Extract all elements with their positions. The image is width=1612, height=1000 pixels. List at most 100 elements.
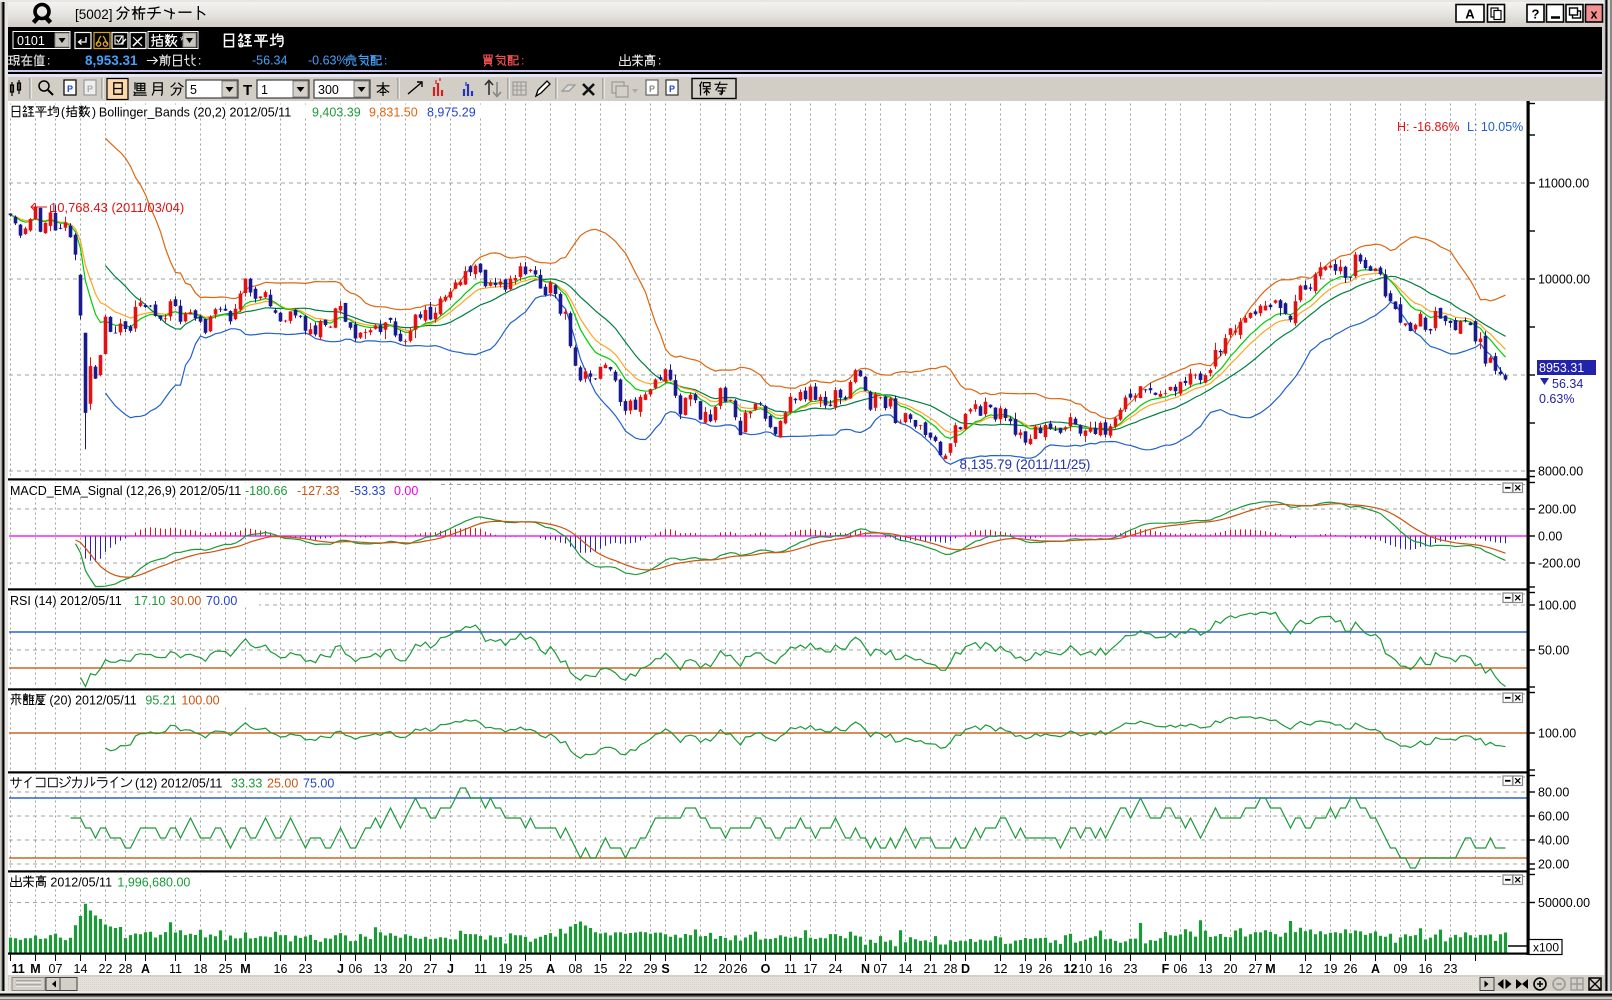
svg-text:F: F xyxy=(1162,962,1170,976)
svg-text:07: 07 xyxy=(874,962,888,976)
svg-text:11: 11 xyxy=(12,962,25,976)
svg-text:-0.63%: -0.63% xyxy=(308,54,348,68)
svg-text:70.00: 70.00 xyxy=(206,594,237,608)
svg-text:24: 24 xyxy=(829,962,843,976)
svg-text:15: 15 xyxy=(594,962,608,976)
svg-text:0.63%: 0.63% xyxy=(1539,392,1574,406)
svg-text:13: 13 xyxy=(374,962,388,976)
svg-text:50.00: 50.00 xyxy=(1538,644,1569,658)
svg-text:12: 12 xyxy=(994,962,1008,976)
svg-text:28: 28 xyxy=(119,962,133,976)
svg-text:8000.00: 8000.00 xyxy=(1538,465,1583,479)
svg-text:5: 5 xyxy=(190,83,197,97)
svg-text::: : xyxy=(658,54,661,68)
svg-text:(12) 2012/05/11: (12) 2012/05/11 xyxy=(135,777,222,791)
svg-text:26: 26 xyxy=(734,962,748,976)
svg-text:1: 1 xyxy=(261,83,268,97)
svg-text:23: 23 xyxy=(1124,962,1138,976)
svg-text:26: 26 xyxy=(1039,962,1053,976)
svg-text:19: 19 xyxy=(1019,962,1033,976)
svg-text:10,768.43 (2011/03/04): 10,768.43 (2011/03/04) xyxy=(50,200,184,215)
svg-text:17.10: 17.10 xyxy=(134,594,165,608)
svg-text:M: M xyxy=(1265,962,1275,976)
svg-text:56.34: 56.34 xyxy=(1552,377,1583,391)
svg-text:MACD_EMA_Signal (12,26,9) 2012: MACD_EMA_Signal (12,26,9) 2012/05/11 xyxy=(10,484,241,498)
svg-text:-127.33: -127.33 xyxy=(297,484,339,498)
svg-text:[5002]: [5002] xyxy=(75,7,113,22)
svg-text:N: N xyxy=(861,962,870,976)
svg-text:75.00: 75.00 xyxy=(303,777,334,791)
svg-text:16: 16 xyxy=(1419,962,1433,976)
svg-text:T: T xyxy=(243,82,252,99)
svg-text:20: 20 xyxy=(719,962,733,976)
svg-text:11: 11 xyxy=(474,962,487,976)
svg-text:19: 19 xyxy=(499,962,513,976)
svg-text:100.00: 100.00 xyxy=(1538,727,1576,741)
svg-text:14: 14 xyxy=(74,962,88,976)
svg-text:-53.33: -53.33 xyxy=(350,484,385,498)
svg-text:9,403.39: 9,403.39 xyxy=(312,106,361,120)
svg-text:20: 20 xyxy=(399,962,413,976)
svg-text:O: O xyxy=(761,962,771,976)
svg-text:9,831.50: 9,831.50 xyxy=(369,106,418,120)
svg-text:33.33: 33.33 xyxy=(231,777,262,791)
svg-text:H: -16.86%: H: -16.86% xyxy=(1397,120,1460,134)
svg-text:50000.00: 50000.00 xyxy=(1538,896,1590,910)
svg-text:23: 23 xyxy=(1444,962,1458,976)
svg-text:29: 29 xyxy=(644,962,658,976)
svg-text:25: 25 xyxy=(519,962,533,976)
svg-text:M: M xyxy=(240,962,250,976)
svg-text:07: 07 xyxy=(49,962,63,976)
svg-text:8,135.79 (2011/11/25): 8,135.79 (2011/11/25) xyxy=(960,457,1091,472)
svg-text:P: P xyxy=(669,84,675,94)
svg-text:P: P xyxy=(67,84,73,94)
svg-text:12: 12 xyxy=(1064,962,1078,976)
svg-text:-180.66: -180.66 xyxy=(245,484,287,498)
svg-text:06: 06 xyxy=(349,962,363,976)
svg-text:300: 300 xyxy=(318,83,339,97)
svg-text:11: 11 xyxy=(169,962,182,976)
svg-text:RSI (14) 2012/05/11: RSI (14) 2012/05/11 xyxy=(10,594,122,608)
svg-text:19: 19 xyxy=(1324,962,1338,976)
svg-text:100.00: 100.00 xyxy=(1538,599,1576,613)
svg-text:A: A xyxy=(1465,7,1475,22)
svg-text:21: 21 xyxy=(924,962,938,976)
svg-text:14: 14 xyxy=(899,962,913,976)
svg-text:8953.31: 8953.31 xyxy=(1539,361,1584,375)
svg-text:22: 22 xyxy=(619,962,633,976)
svg-text:8,975.29: 8,975.29 xyxy=(427,106,476,120)
svg-text:-200.00: -200.00 xyxy=(1538,557,1580,571)
svg-text:A: A xyxy=(141,962,150,976)
svg-text:10: 10 xyxy=(1079,962,1093,976)
svg-text:09: 09 xyxy=(1394,962,1408,976)
svg-text:x: x xyxy=(1591,8,1598,22)
svg-text::: : xyxy=(521,54,524,68)
svg-text:0.00: 0.00 xyxy=(1538,530,1562,544)
svg-text:): ) xyxy=(92,106,96,120)
svg-text:-56.34: -56.34 xyxy=(252,54,287,68)
svg-text:20.00: 20.00 xyxy=(1538,858,1569,872)
svg-text:17: 17 xyxy=(804,962,818,976)
svg-text:A: A xyxy=(546,962,555,976)
svg-text:x100: x100 xyxy=(1533,941,1559,955)
svg-text:S: S xyxy=(661,962,669,976)
svg-text:J: J xyxy=(447,962,454,976)
svg-text:1,996,680.00: 1,996,680.00 xyxy=(117,876,190,890)
svg-text:27: 27 xyxy=(1249,962,1263,976)
svg-text:11: 11 xyxy=(784,962,797,976)
svg-text:0.00: 0.00 xyxy=(394,484,418,498)
svg-text:11000.00: 11000.00 xyxy=(1538,177,1589,191)
svg-text:2012/05/11: 2012/05/11 xyxy=(50,876,112,890)
svg-text:27: 27 xyxy=(424,962,438,976)
svg-text:26: 26 xyxy=(1344,962,1358,976)
svg-text:28: 28 xyxy=(944,962,958,976)
svg-text:12: 12 xyxy=(1299,962,1313,976)
svg-text:0101: 0101 xyxy=(17,34,45,48)
svg-text::: : xyxy=(198,54,201,68)
svg-text:08: 08 xyxy=(569,962,583,976)
svg-text:18: 18 xyxy=(194,962,208,976)
svg-text:22: 22 xyxy=(99,962,113,976)
svg-text:25: 25 xyxy=(219,962,233,976)
svg-text:13: 13 xyxy=(1199,962,1213,976)
svg-text:Bollinger_Bands (20,2) 2012/05: Bollinger_Bands (20,2) 2012/05/11 xyxy=(99,106,291,120)
